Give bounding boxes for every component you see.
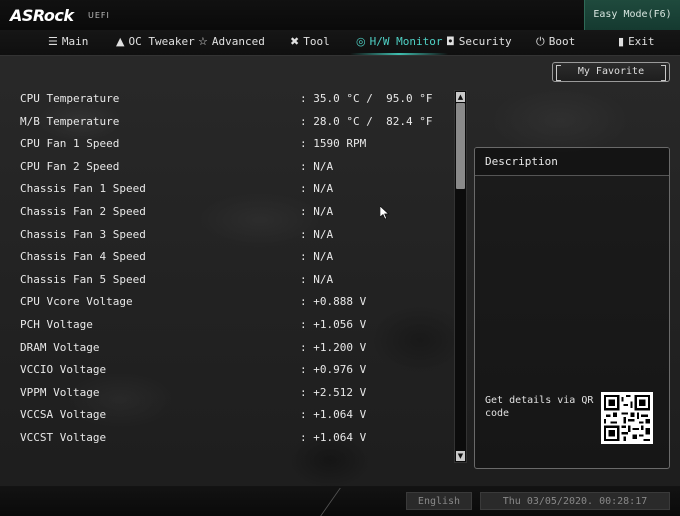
shield-icon: ◘: [446, 35, 455, 48]
reading-value: : N/A: [300, 159, 334, 173]
monitor-list: CPU Temperature : 35.0 °C / 95.0 °F M/B Te…: [20, 88, 450, 450]
list-item[interactable]: CPU Fan 1 Speed : 1590 RPM: [20, 133, 450, 156]
reading-label: CPU Temperature: [20, 92, 120, 105]
reading-value: : +0.888 V: [300, 295, 367, 309]
reading-value: : +1.064 V: [300, 408, 367, 422]
reading-value: : 1590 RPM: [300, 137, 367, 151]
list-item[interactable]: M/B Temperature : 28.0 °C / 82.4 °F: [20, 111, 450, 134]
list-item[interactable]: VPPM Voltage : +2.512 V: [20, 382, 450, 405]
reading-label: CPU Fan 2 Speed: [20, 159, 120, 173]
reading-label: CPU Fan 1 Speed: [20, 137, 120, 151]
reading-value: : N/A: [300, 272, 334, 286]
qr-code-icon: [601, 392, 653, 444]
reading-label: VCCST Voltage: [20, 430, 107, 444]
reading-value: : N/A: [300, 250, 334, 264]
tab-h-w-monitor[interactable]: ◎ H/W Monitor: [349, 30, 449, 56]
tab-security[interactable]: ◘ Security: [446, 30, 512, 56]
reading-label: Chassis Fan 5 Speed: [20, 272, 146, 286]
scroll-down-icon[interactable]: ▼: [456, 451, 465, 461]
list-item[interactable]: CPU Fan 2 Speed : N/A: [20, 156, 450, 179]
list-item[interactable]: CPU Temperature : 35.0 °C / 95.0 °F: [20, 88, 450, 111]
scrollbar[interactable]: ▲ ▼: [454, 90, 467, 463]
tab-advanced[interactable]: ☆ Advanced: [198, 30, 265, 56]
reading-label: PCH Voltage: [20, 317, 93, 331]
reading-label: M/B Temperature: [20, 114, 120, 128]
tab-oc-tweaker[interactable]: ▲ OC Tweaker: [116, 30, 195, 56]
tab-boot[interactable]: ⏻ Boot: [536, 30, 575, 56]
star-icon: ☆: [198, 35, 208, 48]
reading-label: Chassis Fan 2 Speed: [20, 204, 146, 218]
top-bar: ASRock UEFI Easy Mode(F6): [0, 0, 680, 30]
reading-value: : +2.512 V: [300, 385, 367, 399]
reading-label: DRAM Voltage: [20, 340, 100, 354]
language-selector[interactable]: English: [406, 492, 472, 510]
tab-main[interactable]: ☰ Main: [48, 30, 88, 56]
list-item[interactable]: Chassis Fan 3 Speed : N/A: [20, 224, 450, 247]
tab-label: Security: [458, 35, 512, 48]
reading-value: : N/A: [300, 204, 334, 218]
list-item[interactable]: Chassis Fan 5 Speed : N/A: [20, 269, 450, 292]
reading-value: : +1.200 V: [300, 340, 367, 354]
reading-label: VCCSA Voltage: [20, 408, 107, 422]
reading-label: Chassis Fan 1 Speed: [20, 182, 146, 196]
list-item[interactable]: DRAM Voltage : +1.200 V: [20, 337, 450, 360]
reading-value: : +0.976 V: [300, 363, 367, 377]
qr-caption: Get details via QR code: [485, 395, 594, 419]
tab-label: Boot: [548, 35, 576, 48]
list-item[interactable]: VCCIO Voltage : +0.976 V: [20, 359, 450, 382]
list-icon: ☰: [48, 35, 58, 48]
list-item[interactable]: Chassis Fan 1 Speed : N/A: [20, 178, 450, 201]
reading-value: : N/A: [300, 182, 334, 196]
tab-label: Exit: [628, 35, 655, 48]
exit-icon: ▮: [618, 35, 625, 48]
my-favorite-button[interactable]: My Favorite: [552, 62, 670, 82]
list-item[interactable]: Chassis Fan 4 Speed : N/A: [20, 246, 450, 269]
monitor-icon: ◎: [356, 35, 366, 48]
reading-value: : 28.0 °C / 82.4 °F: [300, 114, 433, 128]
easy-mode-button[interactable]: Easy Mode(F6): [584, 0, 680, 30]
reading-value: : +1.056 V: [300, 317, 367, 331]
reading-label: Chassis Fan 4 Speed: [20, 250, 146, 264]
list-item[interactable]: VCCSA Voltage : +1.064 V: [20, 404, 450, 427]
description-panel: Description Get details via QR code: [474, 147, 670, 469]
description-title: Description: [475, 148, 669, 176]
tools-icon: ✖: [290, 35, 300, 48]
reading-label: Chassis Fan 3 Speed: [20, 227, 146, 241]
scroll-up-icon[interactable]: ▲: [456, 92, 465, 102]
brand-logo: ASRock: [10, 6, 74, 25]
tab-label: Tool: [303, 35, 330, 48]
mouse-cursor-icon: [380, 206, 390, 220]
tab-tool[interactable]: ✖ Tool: [290, 30, 330, 56]
reading-label: VCCIO Voltage: [20, 363, 107, 377]
tab-label: Main: [61, 35, 89, 48]
reading-value: : 35.0 °C / 95.0 °F: [300, 92, 433, 105]
reading-value: : +1.064 V: [300, 430, 367, 444]
list-item[interactable]: CPU Vcore Voltage : +0.888 V: [20, 291, 450, 314]
reading-label: CPU Vcore Voltage: [20, 295, 133, 309]
scroll-thumb[interactable]: [456, 103, 465, 189]
tab-label: OC Tweaker: [128, 35, 195, 48]
reading-label: VPPM Voltage: [20, 385, 100, 399]
power-icon: ⏻: [536, 35, 545, 48]
tab-exit[interactable]: ▮ Exit: [618, 30, 655, 56]
tab-label: H/W Monitor: [369, 35, 443, 48]
main-nav: ☰ Main ▲ OC Tweaker ☆ Advanced ✖ Tool ◎ H/W Monit…: [0, 30, 680, 56]
tab-label: Advanced: [211, 35, 265, 48]
list-item[interactable]: PCH Voltage : +1.056 V: [20, 314, 450, 337]
list-item[interactable]: VCCST Voltage : +1.064 V: [20, 427, 450, 450]
reading-value: : N/A: [300, 227, 334, 241]
datetime-display: Thu 03/05/2020. 00:28:17: [480, 492, 670, 510]
rocket-icon: ▲: [116, 35, 125, 48]
brand-sub: UEFI: [88, 11, 110, 20]
